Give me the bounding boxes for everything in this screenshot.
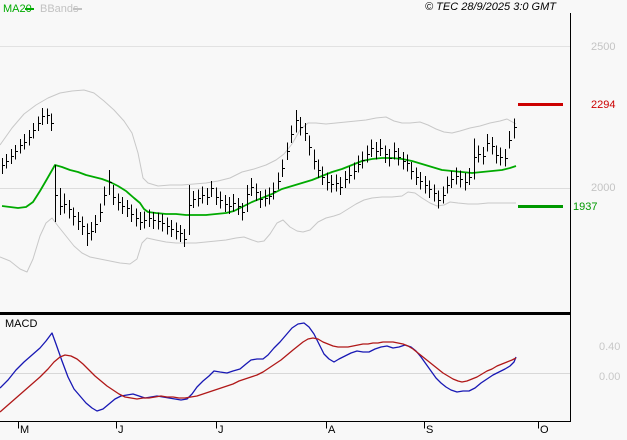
chart-window: MA20 BBands © TEC 28/9/2025 3:0 GMT 2500… (0, 0, 627, 440)
x-axis-label-jul: J (218, 424, 224, 436)
x-axis-label-aug: A (328, 424, 336, 436)
price-level-label-2294: 2294 (591, 99, 616, 111)
price-axis-label-2500: 2500 (591, 41, 616, 53)
macd-panel-title: MACD (5, 318, 38, 330)
macd-axis-label-000: 0.00 (599, 371, 621, 383)
x-axis-label-jun: J (118, 424, 124, 436)
ma20-legend-line (25, 8, 34, 10)
x-axis-label-oct: O (540, 424, 549, 436)
macd-axis-label-040: 0.40 (599, 341, 621, 353)
bbands-legend-line (73, 8, 82, 10)
price-macd-chart (0, 13, 571, 429)
price-level-label-1937: 1937 (573, 201, 598, 213)
chart-timestamp: © TEC 28/9/2025 3:0 GMT (425, 1, 556, 13)
price-axis-label-2000: 2000 (591, 182, 616, 194)
x-axis-label-may: M (20, 424, 30, 436)
x-axis-label-sep: S (426, 424, 434, 436)
